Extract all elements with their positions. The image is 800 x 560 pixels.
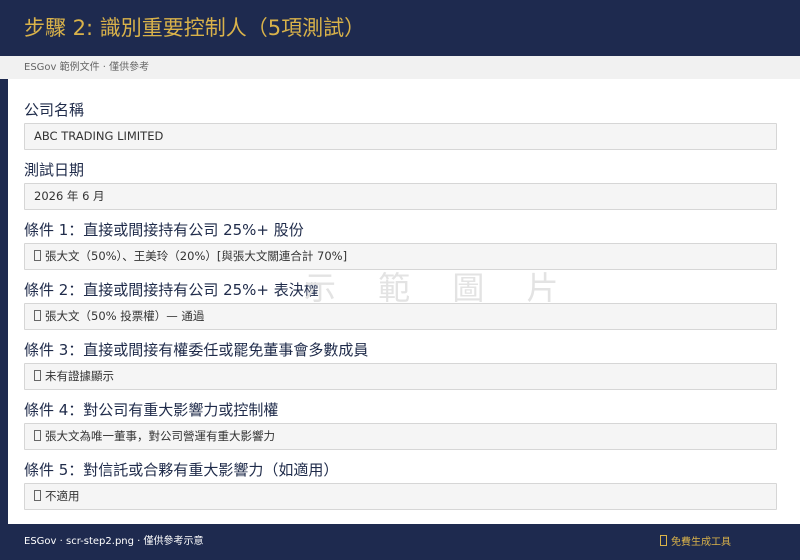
info-bar: ESGov 範例文件 · 僅供參考 [0,56,800,79]
page-title: 步驟 2: 識別重要控制人（5項測試） [24,16,366,40]
test-4-input[interactable]: 張大文為唯一董事，對公司營運有重大影響力 [24,423,777,450]
company-value: ABC TRADING LIMITED [34,129,164,143]
company-input[interactable]: ABC TRADING LIMITED [24,123,777,150]
test-3-value: 未有證據顯示 [45,369,114,383]
test-3-label: 條件 3：直接或間接有權委任或罷免董事會多數成員 [24,341,369,359]
date-field: 測試日期 2026 年 6 月 [24,160,777,210]
test-1-value: 張大文（50%）、王美玲（20%）[與張大文關連合計 70%] [45,249,348,263]
test-4-value: 張大文為唯一董事，對公司營運有重大影響力 [45,429,275,443]
test-3-field: 條件 3：直接或間接有權委任或罷免董事會多數成員 未有證據顯示 [24,340,777,390]
test-5-input[interactable]: 不適用 [24,483,777,510]
app-footer: ESGov · scr-step2.png · 僅供參考示意 免費生成工具 [0,524,800,560]
company-label: 公司名稱 [24,101,85,119]
test-2-field: 條件 2：直接或間接持有公司 25%+ 表決權 張大文（50% 投票權）— 通過 [24,280,777,330]
test-5-value: 不適用 [45,489,80,503]
footer-cta-link[interactable]: 免費生成工具 [660,535,731,550]
left-accent-bar [0,79,8,524]
check-icon [34,310,41,321]
test-2-input[interactable]: 張大文（50% 投票權）— 通過 [24,303,777,330]
app-header: 步驟 2: 識別重要控制人（5項測試） [0,0,800,56]
cross-icon [34,370,41,381]
test-4-label: 條件 4：對公司有重大影響力或控制權 [24,401,279,419]
test-5-label: 條件 5：對信託或合夥有重大影響力（如適用） [24,461,339,479]
test-1-label: 條件 1：直接或間接持有公司 25%+ 股份 [24,221,304,239]
check-icon [34,430,41,441]
date-value: 2026 年 6 月 [34,189,105,203]
info-bar-text: ESGov 範例文件 · 僅供參考 [24,62,150,73]
footer-text: ESGov · scr-step2.png · 僅供參考示意 [24,536,204,547]
check-icon [34,250,41,261]
form-panel: 公司名稱 ABC TRADING LIMITED 測試日期 2026 年 6 月… [8,79,800,524]
test-2-value: 張大文（50% 投票權）— 通過 [45,309,205,323]
test-2-label: 條件 2：直接或間接持有公司 25%+ 表決權 [24,281,319,299]
test-5-field: 條件 5：對信託或合夥有重大影響力（如適用） 不適用 [24,460,777,510]
footer-cta-label: 免費生成工具 [671,537,731,548]
test-3-input[interactable]: 未有證據顯示 [24,363,777,390]
company-field: 公司名稱 ABC TRADING LIMITED [24,100,777,150]
date-input[interactable]: 2026 年 6 月 [24,183,777,210]
test-1-field: 條件 1：直接或間接持有公司 25%+ 股份 張大文（50%）、王美玲（20%）… [24,220,777,270]
na-icon [34,490,41,501]
test-1-input[interactable]: 張大文（50%）、王美玲（20%）[與張大文關連合計 70%] [24,243,777,270]
link-icon [660,535,667,546]
date-label: 測試日期 [24,161,85,179]
test-4-field: 條件 4：對公司有重大影響力或控制權 張大文為唯一董事，對公司營運有重大影響力 [24,400,777,450]
